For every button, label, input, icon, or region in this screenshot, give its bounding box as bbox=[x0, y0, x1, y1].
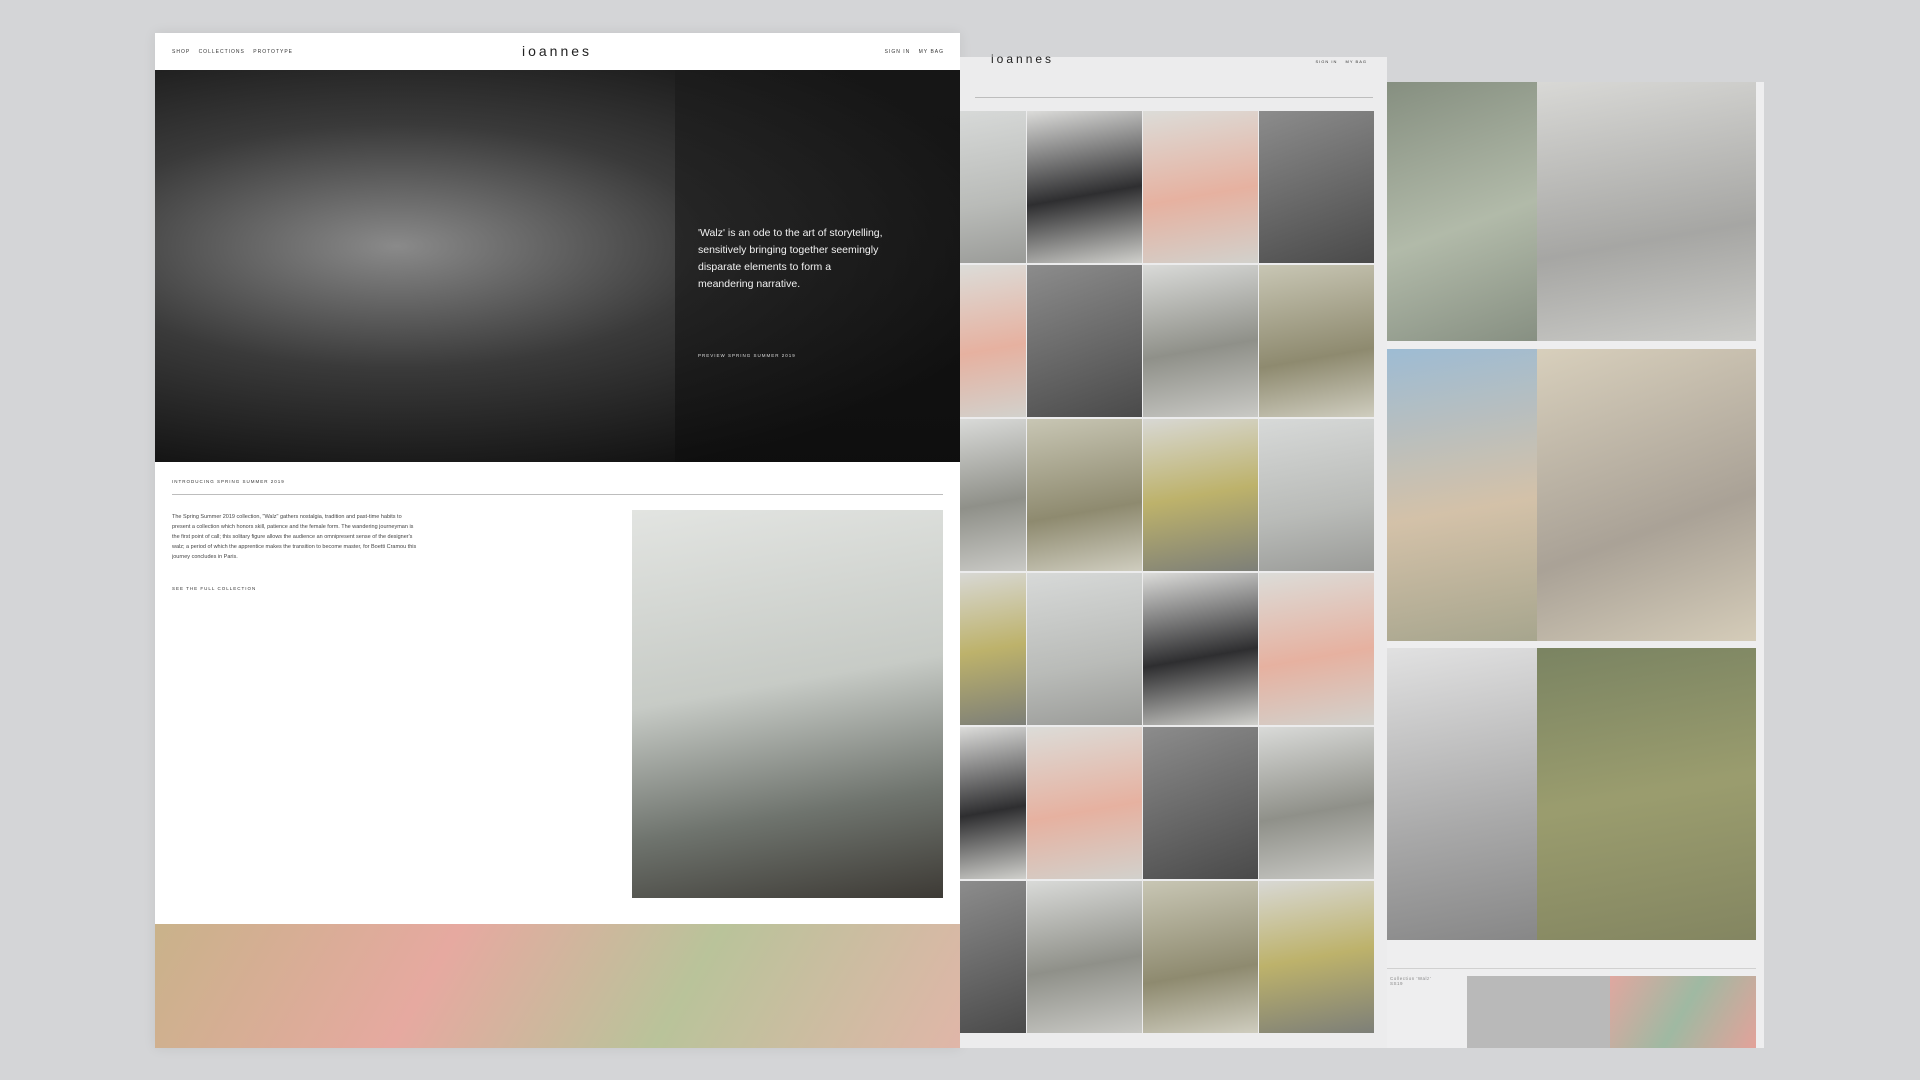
my-bag-link[interactable]: MY BAG bbox=[1346, 59, 1368, 64]
lookbook-thumbnail[interactable] bbox=[960, 419, 1026, 571]
lookbook-thumbnail[interactable] bbox=[960, 265, 1026, 417]
see-full-collection-link[interactable]: SEE THE FULL COLLECTION bbox=[172, 586, 256, 591]
lookbook-thumbnail[interactable] bbox=[1143, 727, 1258, 879]
account-links: SIGN IN MY BAG bbox=[1315, 59, 1373, 64]
lookbook-thumbnail[interactable] bbox=[1027, 419, 1142, 571]
moodboard-mockup: Collection 'Walz' SS19 bbox=[1387, 82, 1764, 1048]
my-bag-link[interactable]: MY BAG bbox=[919, 49, 944, 55]
homepage-mockup: SHOP COLLECTIONS PROTOTYPE ioannes SIGN … bbox=[155, 33, 960, 1048]
lookbook-thumbnail[interactable] bbox=[1027, 881, 1142, 1033]
nav-links: SHOP COLLECTIONS PROTOTYPE bbox=[172, 49, 299, 55]
lookbook-thumbnail[interactable] bbox=[960, 881, 1026, 1033]
lookbook-thumbnail[interactable] bbox=[1027, 265, 1142, 417]
mood-photo-shed[interactable] bbox=[1537, 648, 1756, 940]
sign-in-link[interactable]: SIGN IN bbox=[885, 49, 911, 55]
mood-photo-shadow[interactable] bbox=[1537, 349, 1756, 641]
mood-photo-floral[interactable] bbox=[1610, 976, 1756, 1048]
lookbook-thumbnail[interactable] bbox=[1027, 111, 1142, 263]
lookbook-thumbnail[interactable] bbox=[1143, 111, 1258, 263]
brand-logo[interactable]: ioannes bbox=[991, 52, 1054, 66]
lookbook-thumbnail[interactable] bbox=[1027, 573, 1142, 725]
footer-divider bbox=[1387, 968, 1756, 969]
hero-caption: 'Walz' is an ode to the art of storytell… bbox=[698, 227, 883, 290]
collection-description: The Spring Summer 2019 collection, "Walz… bbox=[172, 514, 417, 560]
brand-logo[interactable]: ioannes bbox=[522, 43, 592, 59]
top-nav: SHOP COLLECTIONS PROTOTYPE ioannes SIGN … bbox=[155, 33, 960, 70]
mood-photo-wall[interactable] bbox=[1387, 82, 1537, 341]
section-label: INTRODUCING SPRING SUMMER 2019 bbox=[172, 479, 285, 484]
lookbook-thumbnail[interactable] bbox=[1027, 727, 1142, 879]
lookbook-thumbnail[interactable] bbox=[1259, 573, 1374, 725]
nav-link-shop[interactable]: SHOP bbox=[172, 49, 190, 55]
section-divider bbox=[172, 494, 943, 495]
hero-image: 'Walz' is an ode to the art of storytell… bbox=[155, 70, 960, 462]
lookbook-thumbnail[interactable] bbox=[960, 573, 1026, 725]
nav-link-prototype[interactable]: PROTOTYPE bbox=[253, 49, 293, 55]
sign-in-link[interactable]: SIGN IN bbox=[1315, 59, 1337, 64]
lookbook-thumbnail[interactable] bbox=[960, 727, 1026, 879]
lookbook-thumbnail[interactable] bbox=[1143, 881, 1258, 1033]
nav-link-collections[interactable]: COLLECTIONS bbox=[199, 49, 245, 55]
lookbook-thumbnail[interactable] bbox=[1259, 881, 1374, 1033]
mood-photo-children[interactable] bbox=[1537, 82, 1756, 341]
lookbook-thumbnail[interactable] bbox=[1143, 573, 1258, 725]
footer-caption: Collection 'Walz' SS19 bbox=[1390, 976, 1432, 986]
mood-photo-grey[interactable] bbox=[1467, 976, 1610, 1048]
mood-photo-field[interactable] bbox=[1387, 648, 1537, 940]
lookbook-thumbnail[interactable] bbox=[960, 111, 1026, 263]
lookbook-thumbnail[interactable] bbox=[1259, 419, 1374, 571]
lookbook-thumbnail[interactable] bbox=[1259, 265, 1374, 417]
hero-preview-link[interactable]: PREVIEW SPRING SUMMER 2019 bbox=[698, 353, 796, 358]
lookbook-thumbnail[interactable] bbox=[1259, 111, 1374, 263]
floral-banner-photo bbox=[155, 924, 960, 1048]
mood-photo-portrait[interactable] bbox=[1387, 349, 1537, 641]
lookbook-thumbnail[interactable] bbox=[1259, 727, 1374, 879]
lookbook-thumbnail[interactable] bbox=[1143, 265, 1258, 417]
editorial-photo[interactable] bbox=[632, 510, 943, 898]
collection-grid-mockup: ioannes SIGN IN MY BAG bbox=[960, 52, 1387, 1048]
lookbook-thumbnail[interactable] bbox=[1143, 419, 1258, 571]
account-links: SIGN IN MY BAG bbox=[885, 49, 950, 55]
header-divider bbox=[975, 97, 1373, 98]
